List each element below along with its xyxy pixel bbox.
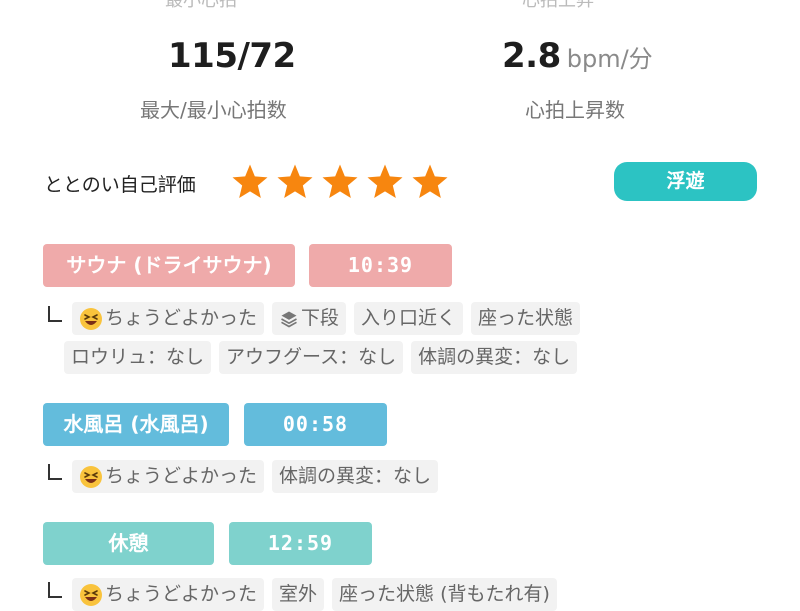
grinning-squinting-face-icon (80, 465, 102, 488)
feeling-chip: ちょうどよかった (72, 578, 265, 611)
star-icon (367, 164, 403, 198)
max-min-heart-rate-value: 115/72 (168, 36, 296, 76)
layers-icon (281, 311, 297, 327)
grinning-squinting-face-icon (80, 307, 102, 330)
aufguss-chip: アウフグース：なし (219, 341, 404, 374)
rest-time-pill[interactable]: 12:59 (229, 522, 372, 565)
feeling-chip: ちょうどよかった (72, 460, 265, 493)
heart-rate-rise-unit: bpm/分 (566, 45, 653, 73)
water-bath-type-pill[interactable]: 水風呂 (水風呂) (43, 403, 229, 446)
posture-chip: 座った状態 (471, 302, 581, 335)
water-bath-time-pill[interactable]: 00:58 (244, 403, 387, 446)
star-icon (322, 164, 358, 198)
sauna-details-row-2: ロウリュ：なし アウフグース：なし 体調の異変：なし (64, 341, 578, 374)
sauna-details-row-1: ちょうどよかった 下段 入り口近く 座った状態 (48, 302, 581, 335)
feeling-text: ちょうどよかった (105, 465, 258, 487)
max-min-heart-rate-label: 最大/最小心拍数 (140, 98, 287, 122)
tree-branch-icon (48, 305, 62, 322)
heart-rate-rise-value: 2.8 (502, 36, 561, 76)
sauna-time-pill[interactable]: 10:39 (309, 244, 452, 287)
star-icon (412, 164, 448, 198)
condition-chip: 体調の異変：なし (411, 341, 578, 374)
heart-rate-rise-label: 心拍上昇数 (525, 98, 625, 122)
rest-details-row: ちょうどよかった 室外 座った状態 (背もたれ有) (48, 578, 557, 611)
star-rating (230, 162, 450, 202)
heart-rate-rise-stat: 2.8 bpm/分 (502, 36, 653, 76)
seat-location-chip: 入り口近く (354, 302, 464, 335)
seat-position-chip: 下段 (272, 302, 347, 335)
self-evaluation-label: ととのい自己評価 (44, 174, 196, 196)
clipped-top-label-right: 心拍上昇 (522, 0, 594, 11)
feeling-text: ちょうどよかった (105, 583, 258, 605)
seat-position-text: 下段 (301, 307, 340, 329)
tree-branch-icon (48, 463, 62, 480)
star-icon (277, 164, 313, 198)
grinning-squinting-face-icon (80, 583, 102, 606)
posture-chip: 座った状態 (背もたれ有) (332, 578, 557, 611)
condition-chip: 体調の異変：なし (272, 460, 439, 493)
sauna-type-pill[interactable]: サウナ (ドライサウナ) (43, 244, 295, 287)
star-icon (232, 164, 268, 198)
water-details-row: ちょうどよかった 体調の異変：なし (48, 460, 439, 493)
feeling-chip: ちょうどよかった (72, 302, 265, 335)
loyly-chip: ロウリュ：なし (64, 341, 212, 374)
tree-branch-icon (48, 581, 62, 598)
feeling-text: ちょうどよかった (105, 307, 258, 329)
totonoi-state-badge: 浮遊 (614, 162, 757, 201)
rest-location-chip: 室外 (272, 578, 325, 611)
rest-type-pill[interactable]: 休憩 (43, 522, 214, 565)
clipped-top-label-left: 最小心拍 (165, 0, 237, 11)
